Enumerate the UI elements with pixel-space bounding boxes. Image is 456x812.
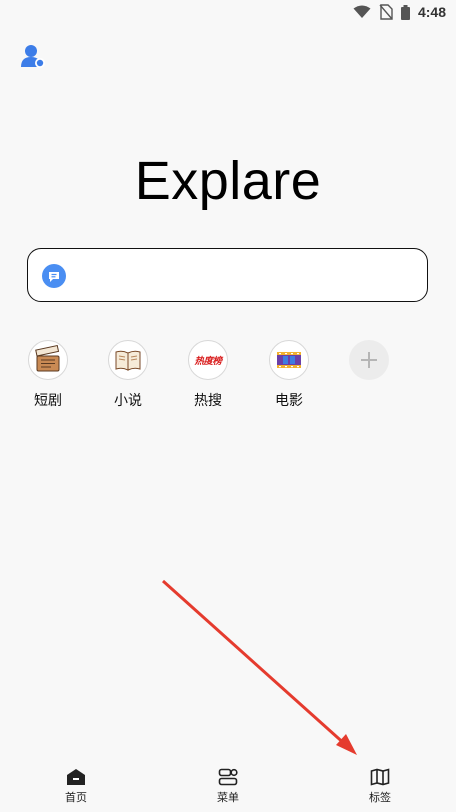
film-strip-icon (277, 352, 301, 368)
shortcut-label: 短剧 (34, 393, 62, 409)
user-avatar-icon (21, 45, 45, 68)
shortcut-novel[interactable]: 小说 (98, 340, 158, 410)
clapperboard-icon (35, 345, 60, 372)
battery-icon (400, 4, 410, 20)
shortcut-movie[interactable]: 电影 (259, 340, 319, 410)
nav-label: 首页 (65, 791, 87, 804)
book-icon (115, 350, 141, 371)
status-time: 4:48 (417, 4, 446, 20)
status-bar: 4:48 (0, 0, 456, 26)
nav-home[interactable]: 首页 (46, 768, 106, 805)
shortcut-short-drama[interactable]: 短剧 (18, 340, 78, 410)
account-button[interactable] (20, 43, 48, 71)
add-shortcut-button[interactable] (339, 340, 399, 380)
status-icons: 4:48 (353, 4, 446, 20)
menu-icon (218, 768, 238, 786)
plus-icon (361, 352, 377, 368)
tabs-map-icon (370, 768, 390, 786)
nav-label: 标签 (369, 791, 391, 804)
nav-label: 菜单 (217, 791, 239, 804)
no-sim-icon (379, 4, 393, 20)
nav-menu[interactable]: 菜单 (198, 768, 258, 805)
search-box[interactable] (27, 248, 428, 302)
wifi-icon (353, 5, 371, 18)
shortcut-label: 热搜 (194, 393, 222, 409)
shortcut-row: 短剧 小说 热度榜 热搜 电影 (0, 340, 456, 420)
bottom-navigation: 首页 菜单 标签 (0, 760, 456, 812)
shortcut-hot-search[interactable]: 热度榜 热搜 (178, 340, 238, 410)
nav-tabs[interactable]: 标签 (350, 768, 410, 805)
app-title: Explare (134, 151, 322, 211)
home-icon (67, 769, 85, 785)
chat-bubble-icon (42, 264, 66, 288)
hot-list-icon: 热度榜 (194, 356, 222, 367)
shortcut-label: 电影 (275, 393, 303, 409)
shortcut-label: 小说 (114, 393, 142, 409)
search-input[interactable] (78, 259, 412, 293)
